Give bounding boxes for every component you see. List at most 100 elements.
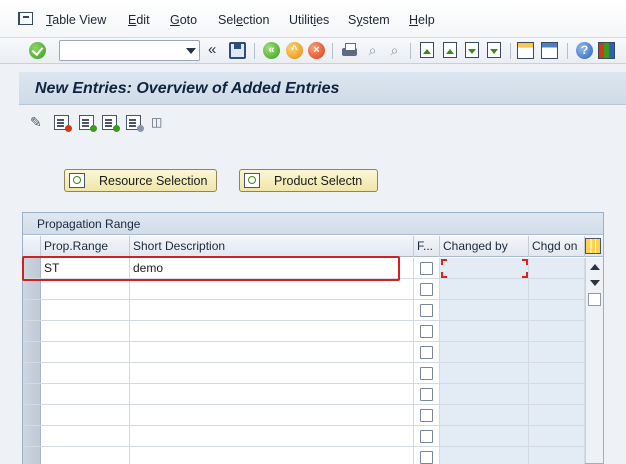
scroll-up-icon[interactable] bbox=[590, 264, 600, 270]
row-selector[interactable] bbox=[23, 363, 41, 383]
back-icon[interactable]: « bbox=[263, 42, 280, 59]
changed-by-cell[interactable] bbox=[440, 426, 529, 446]
prop-range-input[interactable] bbox=[41, 321, 130, 341]
row-selector[interactable] bbox=[23, 405, 41, 425]
changed-on-cell[interactable] bbox=[529, 279, 585, 299]
menu-table-view[interactable]: Table View bbox=[46, 13, 106, 27]
short-description-input[interactable] bbox=[130, 426, 414, 446]
menu-utilities[interactable]: Utilities bbox=[289, 13, 329, 27]
next-page-icon[interactable] bbox=[465, 42, 479, 58]
prop-range-input[interactable] bbox=[41, 384, 130, 404]
flag-checkbox[interactable] bbox=[420, 262, 433, 275]
flag-checkbox[interactable] bbox=[420, 325, 433, 338]
changed-by-cell[interactable] bbox=[440, 258, 529, 278]
select-block-icon[interactable] bbox=[102, 115, 120, 132]
resource-selection-button[interactable]: Resource Selection bbox=[64, 169, 217, 192]
scroll-thumb[interactable] bbox=[588, 293, 601, 306]
flag-checkbox[interactable] bbox=[420, 283, 433, 296]
scroll-down-icon[interactable] bbox=[590, 280, 600, 286]
select-all-icon[interactable] bbox=[79, 115, 97, 132]
find-next-icon[interactable]: ⌕ bbox=[386, 42, 403, 59]
delete-entry-icon[interactable] bbox=[54, 115, 72, 132]
changed-on-cell[interactable] bbox=[529, 447, 585, 464]
changed-on-cell[interactable] bbox=[529, 300, 585, 320]
flag-checkbox[interactable] bbox=[420, 304, 433, 317]
short-description-input[interactable] bbox=[130, 300, 414, 320]
flag-checkbox[interactable] bbox=[420, 451, 433, 464]
changed-by-cell[interactable] bbox=[440, 447, 529, 464]
prop-range-input[interactable] bbox=[41, 300, 130, 320]
changed-on-cell[interactable] bbox=[529, 384, 585, 404]
col-flag[interactable]: F... bbox=[414, 236, 440, 257]
exit-icon[interactable]: ^ bbox=[286, 42, 303, 59]
menu-edit[interactable]: Edit bbox=[128, 13, 150, 27]
save-icon[interactable] bbox=[229, 42, 246, 59]
layout-icon[interactable] bbox=[598, 42, 615, 59]
prop-range-input[interactable] bbox=[41, 426, 130, 446]
changed-by-cell[interactable] bbox=[440, 363, 529, 383]
flag-checkbox[interactable] bbox=[420, 430, 433, 443]
flag-checkbox[interactable] bbox=[420, 409, 433, 422]
changed-on-cell[interactable] bbox=[529, 258, 585, 278]
col-changed-by[interactable]: Changed by bbox=[440, 236, 529, 257]
row-selector[interactable] bbox=[23, 447, 41, 464]
row-selector[interactable] bbox=[23, 321, 41, 341]
changed-on-cell[interactable] bbox=[529, 426, 585, 446]
new-session-icon[interactable] bbox=[517, 42, 534, 59]
row-selector[interactable] bbox=[23, 279, 41, 299]
row-selector[interactable] bbox=[23, 426, 41, 446]
check-icon[interactable] bbox=[29, 42, 46, 59]
short-description-input[interactable] bbox=[130, 279, 414, 299]
menu-system[interactable]: System bbox=[348, 13, 390, 27]
changed-on-cell[interactable] bbox=[529, 321, 585, 341]
flag-checkbox[interactable] bbox=[420, 388, 433, 401]
details-icon[interactable]: ◫ bbox=[151, 115, 166, 130]
col-changed-on[interactable]: Chgd on bbox=[529, 236, 585, 257]
cancel-icon[interactable]: × bbox=[308, 42, 325, 59]
short-description-input[interactable] bbox=[130, 384, 414, 404]
changed-on-cell[interactable] bbox=[529, 342, 585, 362]
short-description-input[interactable] bbox=[130, 363, 414, 383]
command-field[interactable] bbox=[59, 40, 200, 61]
short-description-input[interactable] bbox=[130, 447, 414, 464]
changed-by-cell[interactable] bbox=[440, 321, 529, 341]
prop-range-input[interactable] bbox=[41, 363, 130, 383]
vertical-scrollbar[interactable] bbox=[585, 258, 603, 463]
changed-by-cell[interactable] bbox=[440, 300, 529, 320]
flag-checkbox[interactable] bbox=[420, 346, 433, 359]
menu-icon[interactable] bbox=[18, 12, 33, 25]
table-settings-icon[interactable] bbox=[585, 238, 601, 254]
short-description-input[interactable] bbox=[130, 321, 414, 341]
menu-goto[interactable]: Goto bbox=[170, 13, 197, 27]
first-page-icon[interactable] bbox=[420, 42, 434, 58]
display-change-icon[interactable]: ✎ bbox=[30, 115, 45, 130]
previous-page-icon[interactable] bbox=[443, 42, 457, 58]
col-short-description[interactable]: Short Description bbox=[130, 236, 414, 257]
row-selector[interactable] bbox=[23, 300, 41, 320]
menu-help[interactable]: Help bbox=[409, 13, 435, 27]
chevron-down-icon[interactable] bbox=[186, 48, 196, 54]
select-all-rows[interactable] bbox=[23, 236, 41, 257]
changed-by-cell[interactable] bbox=[440, 384, 529, 404]
short-description-input[interactable] bbox=[130, 342, 414, 362]
prop-range-input[interactable] bbox=[41, 405, 130, 425]
double-chevron-left-icon[interactable]: « bbox=[208, 41, 216, 58]
row-selector[interactable] bbox=[23, 342, 41, 362]
shortcut-icon[interactable] bbox=[541, 42, 558, 59]
deselect-all-icon[interactable] bbox=[126, 115, 144, 132]
help-icon[interactable]: ? bbox=[576, 42, 593, 59]
changed-by-cell[interactable] bbox=[440, 342, 529, 362]
prop-range-input[interactable] bbox=[41, 447, 130, 464]
changed-on-cell[interactable] bbox=[529, 405, 585, 425]
prop-range-input[interactable] bbox=[41, 279, 130, 299]
prop-range-input[interactable] bbox=[41, 342, 130, 362]
changed-by-cell[interactable] bbox=[440, 279, 529, 299]
flag-checkbox[interactable] bbox=[420, 367, 433, 380]
col-prop-range[interactable]: Prop.Range bbox=[41, 236, 130, 257]
last-page-icon[interactable] bbox=[487, 42, 501, 58]
short-description-input[interactable] bbox=[130, 405, 414, 425]
find-icon[interactable]: ⌕ bbox=[364, 42, 381, 59]
changed-by-cell[interactable] bbox=[440, 405, 529, 425]
product-selection-button[interactable]: Product Selectn bbox=[239, 169, 378, 192]
row-selector[interactable] bbox=[23, 384, 41, 404]
